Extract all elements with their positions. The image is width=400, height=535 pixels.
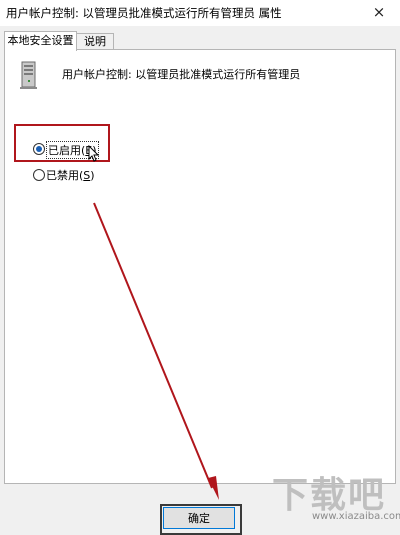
watermark: 下载吧 www.xiazaiba.com [262,462,400,526]
watermark-url: www.xiazaiba.com [312,511,400,522]
tab-local-security-setting[interactable]: 本地安全设置 [4,31,77,51]
ok-button[interactable]: 确定 [163,507,235,529]
annotation-arrow [93,202,219,500]
